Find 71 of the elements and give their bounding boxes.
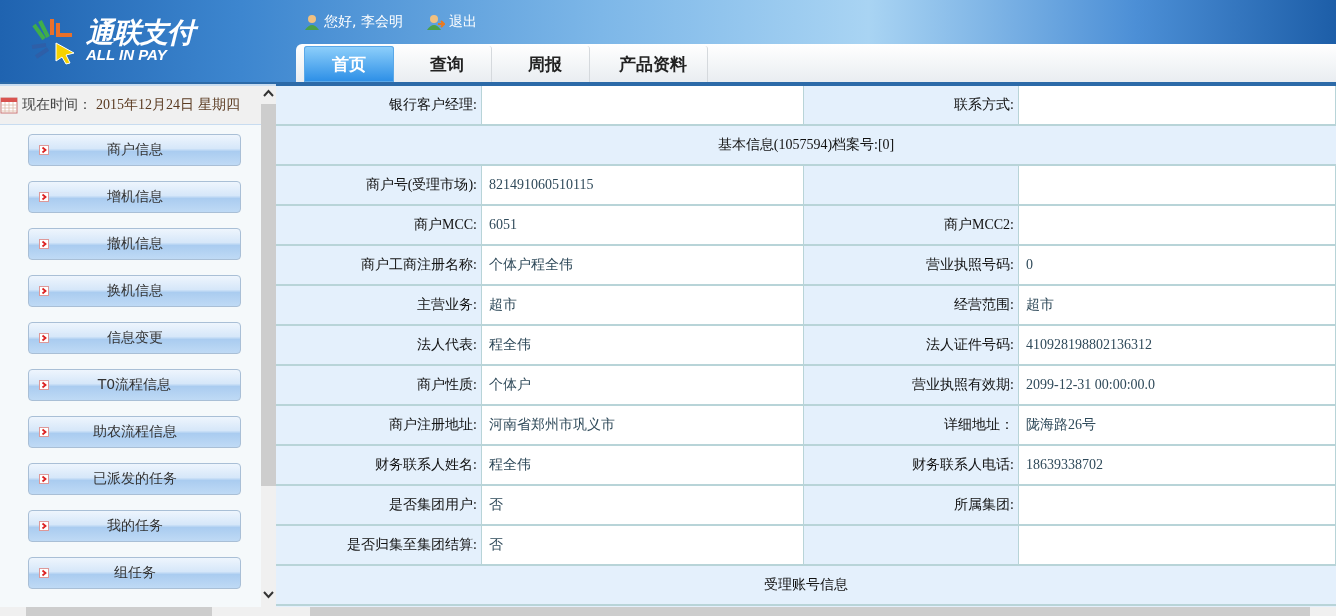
field-value: 2099-12-31 00:00:00.0 (1019, 366, 1336, 406)
field-label: 商户性质: (276, 366, 482, 406)
field-value: 超市 (482, 286, 804, 326)
sidebar-menu-button[interactable]: 助农流程信息 (28, 416, 241, 448)
sidebar-menu-button[interactable]: 我的任务 (28, 510, 241, 542)
arrow-icon (39, 239, 49, 249)
arrow-icon (39, 568, 49, 578)
nav-tab[interactable]: 查询 (402, 46, 492, 82)
vertical-scrollbar[interactable] (261, 86, 276, 607)
field-value: 否 (482, 486, 804, 526)
arrow-icon (39, 427, 49, 437)
field-label: 财务联系人姓名: (276, 446, 482, 486)
arrow-icon (39, 474, 49, 484)
sidebar-menu-button[interactable]: T0流程信息 (28, 369, 241, 401)
field-value: 河南省郑州市巩义市 (482, 406, 804, 446)
user-greeting: 您好, 李会明 (324, 13, 403, 31)
field-value: 18639338702 (1019, 446, 1336, 486)
field-label: 商户号(受理市场): (276, 166, 482, 206)
scroll-down-icon[interactable] (263, 591, 274, 599)
nav-tab[interactable]: 周报 (500, 46, 590, 82)
field-label: 经营范围: (804, 286, 1019, 326)
sidebar-menu-button[interactable]: 信息变更 (28, 322, 241, 354)
calendar-icon (0, 96, 18, 114)
horizontal-scrollbar[interactable] (276, 607, 1336, 616)
current-date: 2015年12月24日 星期四 (96, 96, 240, 114)
sidebar-menu-button[interactable]: 已派发的任务 (28, 463, 241, 495)
field-label: 法人代表: (276, 326, 482, 366)
field-label: 法人证件号码: (804, 326, 1019, 366)
field-label: 所属集团: (804, 486, 1019, 526)
sidebar-menu-button[interactable]: 增机信息 (28, 181, 241, 213)
field-value: 陇海路26号 (1019, 406, 1336, 446)
field-label: 是否集团用户: (276, 486, 482, 526)
field-value: 程全伟 (482, 446, 804, 486)
sidebar-menu-button[interactable]: 组任务 (28, 557, 241, 589)
time-label: 现在时间： (22, 96, 92, 114)
logo-tagline: ALL IN PAY (86, 46, 167, 64)
arrow-icon (39, 286, 49, 296)
field-value: 程全伟 (482, 326, 804, 366)
sidebar-menu-button[interactable]: 撤机信息 (28, 228, 241, 260)
user-icon (304, 14, 320, 30)
field-label: 营业执照号码: (804, 246, 1019, 286)
field-label: 联系方式: (804, 86, 1019, 126)
field-label: 营业执照有效期: (804, 366, 1019, 406)
arrow-icon (39, 145, 49, 155)
horizontal-scrollbar[interactable] (0, 607, 276, 616)
scroll-up-icon[interactable] (263, 89, 274, 97)
field-label: 是否归集至集团结算: (276, 526, 482, 566)
field-label: 商户MCC: (276, 206, 482, 246)
user-exit-icon[interactable] (426, 14, 445, 30)
field-label: 详细地址： (804, 406, 1019, 446)
arrow-icon (39, 521, 49, 531)
sidebar-menu-button[interactable]: 换机信息 (28, 275, 241, 307)
field-value: 个体户程全伟 (482, 246, 804, 286)
field-value: 410928198802136312 (1019, 326, 1336, 366)
arrow-icon (39, 380, 49, 390)
arrow-icon (39, 192, 49, 202)
field-value: 超市 (1019, 286, 1336, 326)
field-label: 商户工商注册名称: (276, 246, 482, 286)
field-label: 商户注册地址: (276, 406, 482, 446)
field-value: 个体户 (482, 366, 804, 406)
sidebar-menu-button[interactable]: 商户信息 (28, 134, 241, 166)
field-value: 821491060510115 (482, 166, 804, 206)
field-label: 银行客户经理: (276, 86, 482, 126)
field-value: 否 (482, 526, 804, 566)
field-label: 商户MCC2: (804, 206, 1019, 246)
field-value: 0 (1019, 246, 1336, 286)
field-label: 主营业务: (276, 286, 482, 326)
field-label: 财务联系人电话: (804, 446, 1019, 486)
field-value: 6051 (482, 206, 804, 246)
arrow-icon (39, 333, 49, 343)
nav-tab[interactable]: 产品资料 (598, 46, 708, 82)
